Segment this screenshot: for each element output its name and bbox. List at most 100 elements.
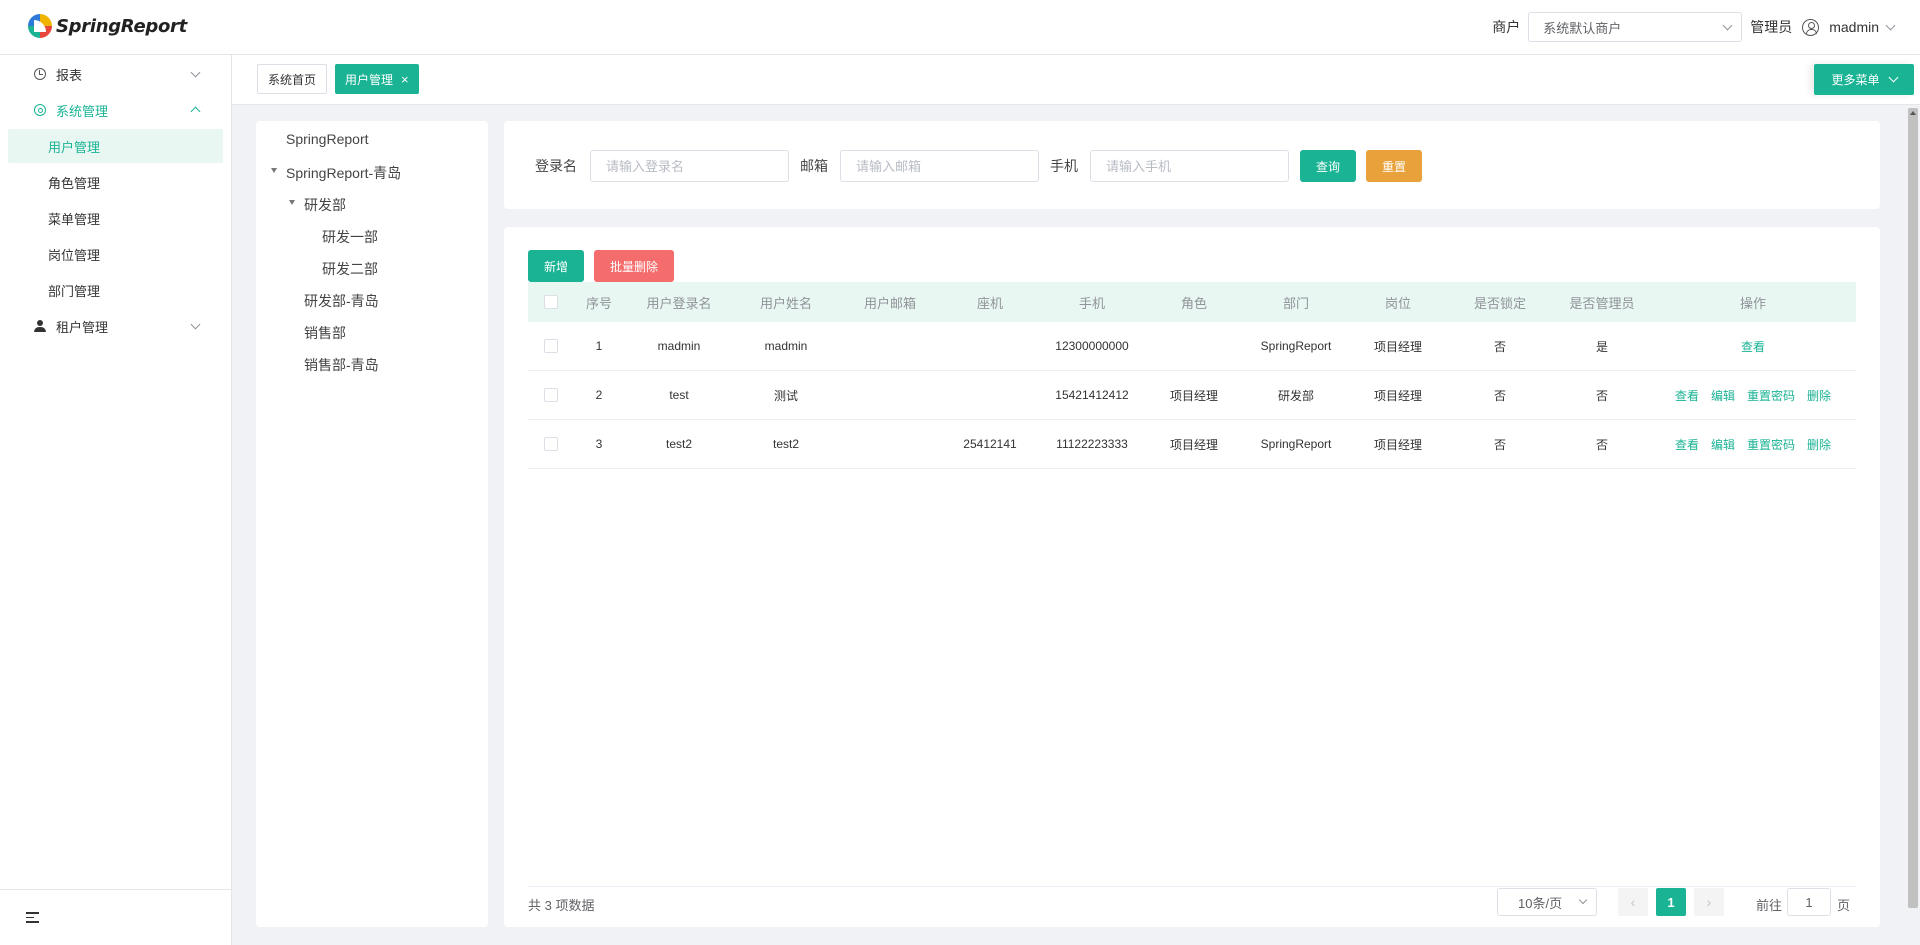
caret-down-icon[interactable] bbox=[271, 168, 277, 173]
reset-password-link[interactable]: 重置密码 bbox=[1747, 387, 1795, 404]
tab-user-management[interactable]: 用户管理 × bbox=[335, 64, 419, 94]
add-user-button[interactable]: 新增 bbox=[528, 250, 584, 282]
gear-icon bbox=[34, 104, 46, 116]
cell-dept: SpringReport bbox=[1260, 437, 1332, 451]
page-number-current[interactable]: 1 bbox=[1656, 888, 1686, 916]
row-actions: 查看 编辑 重置密码 删除 bbox=[1650, 420, 1856, 468]
top-header: SpringReport 商户 系统默认商户 管理员 madmin bbox=[0, 0, 1920, 55]
edit-link[interactable]: 编辑 bbox=[1711, 436, 1735, 453]
column-header: 用户姓名 bbox=[759, 295, 812, 311]
tree-node[interactable]: 销售部 bbox=[304, 323, 346, 343]
cell-mobile: 11122223333 bbox=[1056, 437, 1128, 451]
tab-label: 用户管理 bbox=[345, 72, 394, 87]
tree-node[interactable]: 研发部 bbox=[304, 195, 346, 215]
row-actions: 查看 编辑 重置密码 删除 bbox=[1650, 371, 1856, 419]
close-icon[interactable]: × bbox=[401, 72, 409, 87]
email-input[interactable] bbox=[840, 150, 1039, 182]
sidebar-item-departments[interactable]: 部门管理 bbox=[8, 273, 223, 307]
cell-name: test2 bbox=[772, 437, 799, 451]
divider bbox=[528, 886, 1856, 887]
view-link[interactable]: 查看 bbox=[1675, 436, 1699, 453]
sidebar-item-posts[interactable]: 岗位管理 bbox=[8, 237, 223, 271]
cell-locked: 否 bbox=[1493, 388, 1506, 403]
query-button[interactable]: 查询 bbox=[1300, 150, 1356, 182]
cell-no: 3 bbox=[595, 437, 603, 451]
tree-node[interactable]: 销售部-青岛 bbox=[304, 355, 379, 375]
view-link[interactable]: 查看 bbox=[1741, 338, 1765, 355]
phone-label: 手机 bbox=[1050, 158, 1078, 174]
clock-chart-icon bbox=[34, 68, 46, 80]
reset-button[interactable]: 重置 bbox=[1366, 150, 1422, 182]
edit-link[interactable]: 编辑 bbox=[1711, 387, 1735, 404]
chevron-down-icon bbox=[1888, 72, 1898, 83]
tree-node[interactable]: 研发部-青岛 bbox=[304, 291, 379, 311]
tree-node[interactable]: 研发一部 bbox=[322, 227, 378, 247]
cell-role: 项目经理 bbox=[1169, 388, 1218, 403]
tree-node[interactable]: SpringReport bbox=[286, 131, 369, 147]
more-menu-button[interactable]: 更多菜单 bbox=[1814, 64, 1914, 95]
page-unit-label: 页 bbox=[1837, 898, 1851, 913]
batch-delete-button[interactable]: 批量删除 bbox=[594, 250, 674, 282]
row-select-cell bbox=[528, 322, 574, 370]
collapse-sidebar-icon[interactable] bbox=[26, 912, 39, 923]
column-header: 用户邮箱 bbox=[863, 295, 916, 311]
view-link[interactable]: 查看 bbox=[1675, 387, 1699, 404]
tenant-select[interactable]: 系统默认商户 bbox=[1528, 12, 1743, 42]
user-menu-chevron-icon[interactable] bbox=[1885, 20, 1896, 30]
goto-page-input[interactable]: 1 bbox=[1787, 888, 1831, 916]
sidebar-item-roles[interactable]: 角色管理 bbox=[8, 165, 223, 199]
cell-email bbox=[838, 420, 942, 468]
login-name-label: 登录名 bbox=[535, 158, 577, 174]
user-circle-icon[interactable] bbox=[1802, 18, 1820, 36]
tree-node[interactable]: SpringReport-青岛 bbox=[286, 163, 401, 183]
cell-mobile: 15421412412 bbox=[1055, 388, 1129, 402]
sidebar-item-users[interactable]: 用户管理 bbox=[8, 129, 223, 163]
row-checkbox[interactable] bbox=[544, 388, 558, 402]
row-checkbox[interactable] bbox=[544, 339, 558, 353]
login-name-input[interactable] bbox=[590, 150, 789, 182]
next-page-button[interactable]: › bbox=[1694, 888, 1724, 916]
sidebar-item-system[interactable]: 系统管理 bbox=[8, 93, 223, 127]
total-count: 共 3 项数据 bbox=[528, 898, 595, 913]
column-header: 手机 bbox=[1078, 295, 1105, 311]
tab-home[interactable]: 系统首页 bbox=[257, 64, 328, 94]
prev-page-button[interactable]: ‹ bbox=[1618, 888, 1648, 916]
cell-mobile: 12300000000 bbox=[1055, 339, 1129, 353]
scrollbar[interactable] bbox=[1908, 108, 1918, 908]
caret-down-icon[interactable] bbox=[289, 200, 295, 205]
phone-input[interactable] bbox=[1090, 150, 1289, 182]
column-header: 是否管理员 bbox=[1569, 295, 1635, 311]
delete-link[interactable]: 删除 bbox=[1807, 387, 1831, 404]
cell-admin: 否 bbox=[1595, 437, 1608, 452]
sidebar-item-report[interactable]: 报表 bbox=[8, 57, 223, 91]
department-tree: SpringReport SpringReport-青岛 研发部 研发一部 研发… bbox=[256, 121, 488, 927]
tenant-select-value: 系统默认商户 bbox=[1543, 20, 1622, 36]
scroll-up-icon[interactable] bbox=[1910, 111, 1916, 115]
sidebar-item-label: 部门管理 bbox=[48, 283, 101, 299]
logo[interactable]: SpringReport bbox=[28, 14, 187, 38]
cell-role: 项目经理 bbox=[1169, 437, 1218, 452]
cell-email bbox=[838, 371, 942, 419]
row-select-cell bbox=[528, 420, 574, 468]
table-header: 序号 用户登录名 用户姓名 用户邮箱 座机 手机 角色 部门 岗位 是否锁定 是… bbox=[528, 282, 1856, 322]
username[interactable]: madmin bbox=[1829, 19, 1879, 35]
cell-login: madmin bbox=[657, 339, 701, 353]
cell-login: test2 bbox=[665, 437, 692, 451]
page-size-select[interactable]: 10条/页 bbox=[1497, 888, 1597, 916]
column-header: 座机 bbox=[976, 295, 1003, 311]
role-label: 管理员 bbox=[1750, 19, 1793, 35]
cell-role bbox=[1146, 322, 1242, 370]
sidebar-item-tenants[interactable]: 租户管理 bbox=[8, 309, 223, 343]
cell-dept: SpringReport bbox=[1260, 339, 1332, 353]
chevron-down-icon bbox=[1722, 20, 1733, 30]
cell-admin: 否 bbox=[1595, 388, 1608, 403]
delete-link[interactable]: 删除 bbox=[1807, 436, 1831, 453]
sidebar-item-menus[interactable]: 菜单管理 bbox=[8, 201, 223, 235]
chevron-down-icon bbox=[190, 67, 201, 78]
column-header: 用户登录名 bbox=[646, 295, 712, 311]
tree-node[interactable]: 研发二部 bbox=[322, 259, 378, 279]
column-header: 序号 bbox=[585, 295, 612, 311]
select-all-checkbox[interactable] bbox=[544, 295, 558, 309]
reset-password-link[interactable]: 重置密码 bbox=[1747, 436, 1795, 453]
row-checkbox[interactable] bbox=[544, 437, 558, 451]
